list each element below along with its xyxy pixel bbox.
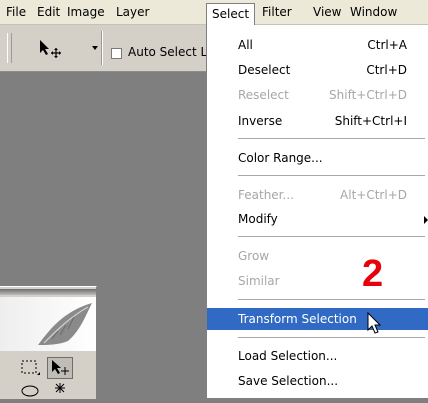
tools-logo-area [0, 297, 96, 351]
tools-panel-titlebar[interactable] [0, 289, 96, 295]
menu-item-label: Deselect [238, 63, 291, 77]
marquee-tool-icon [21, 360, 40, 375]
menu-item-inverse[interactable]: Inverse Shift+Ctrl+I [207, 110, 428, 132]
menu-item-label: Save Selection... [238, 374, 339, 388]
menu-separator [238, 138, 425, 139]
magic-wand-tool-button[interactable] [47, 381, 73, 403]
menu-item-all[interactable]: All Ctrl+A [207, 34, 428, 56]
menu-item-shortcut: Shift+Ctrl+D [329, 88, 407, 102]
workspace[interactable] [0, 72, 206, 286]
marquee-tool-button[interactable] [17, 357, 43, 379]
menu-item-shortcut: Ctrl+D [366, 63, 407, 77]
options-bar-grip[interactable] [7, 33, 12, 63]
menu-item-grow[interactable]: Grow [207, 245, 428, 267]
menu-item-shortcut: Alt+Ctrl+D [340, 188, 407, 202]
menu-item-feather[interactable]: Feather... Alt+Ctrl+D [207, 184, 428, 206]
move-tool-icon [52, 360, 69, 375]
menu-file[interactable]: File [6, 4, 26, 20]
menu-separator [238, 236, 425, 237]
move-tool-button[interactable] [47, 357, 73, 379]
chevron-down-icon[interactable] [92, 46, 98, 50]
menu-item-color-range[interactable]: Color Range... [207, 147, 428, 169]
menu-item-label: Modify [238, 212, 278, 226]
menu-item-label: Load Selection... [238, 349, 338, 363]
auto-select-label: Auto Select L [128, 45, 208, 59]
mouse-cursor-icon [367, 312, 382, 334]
menu-item-label: Feather... [238, 188, 294, 202]
select-menu-dropdown: All Ctrl+A Deselect Ctrl+D Reselect Shif… [206, 25, 428, 398]
menu-item-shortcut: Shift+Ctrl+I [334, 114, 407, 128]
menu-item-transform-selection[interactable]: Transform Selection [207, 308, 428, 330]
feather-logo-icon [38, 303, 92, 345]
menu-item-label: Reselect [238, 88, 289, 102]
menu-select[interactable]: Select [206, 3, 256, 26]
options-separator [101, 31, 103, 65]
lasso-tool-button[interactable] [17, 381, 43, 403]
lasso-tool-icon [21, 385, 39, 397]
menu-item-modify[interactable]: Modify [207, 208, 428, 230]
menu-item-reselect[interactable]: Reselect Shift+Ctrl+D [207, 84, 428, 106]
menu-item-deselect[interactable]: Deselect Ctrl+D [207, 59, 428, 81]
menu-item-label: Grow [238, 249, 270, 263]
tools-panel [0, 286, 97, 399]
menu-item-label: All [238, 38, 253, 52]
menu-item-shortcut: Ctrl+A [367, 38, 407, 52]
menu-edit[interactable]: Edit [37, 4, 60, 20]
menu-separator [238, 299, 425, 300]
menu-image[interactable]: Image [67, 4, 105, 20]
menu-item-label: Similar [238, 274, 280, 288]
menu-item-label: Color Range... [238, 151, 323, 165]
menu-separator [238, 175, 425, 176]
menu-window[interactable]: Window [350, 4, 397, 20]
menu-item-similar[interactable]: Similar [207, 270, 428, 292]
menu-view[interactable]: View [313, 4, 341, 20]
menu-item-label: Transform Selection [238, 312, 357, 326]
menu-filter[interactable]: Filter [262, 4, 292, 20]
step-number-annotation: 2 [362, 253, 384, 295]
menu-item-load-selection[interactable]: Load Selection... [207, 345, 428, 367]
menu-layer[interactable]: Layer [116, 4, 149, 20]
menu-item-label: Inverse [238, 114, 283, 128]
menu-separator [238, 337, 425, 338]
auto-select-checkbox[interactable] [111, 48, 122, 59]
move-tool-icon[interactable] [38, 39, 78, 59]
submenu-arrow-icon [424, 216, 428, 224]
magic-wand-tool-icon [55, 383, 65, 393]
menu-item-save-selection[interactable]: Save Selection... [207, 370, 428, 392]
menu-bar: File Edit Image Layer Select Filter View… [0, 0, 428, 26]
